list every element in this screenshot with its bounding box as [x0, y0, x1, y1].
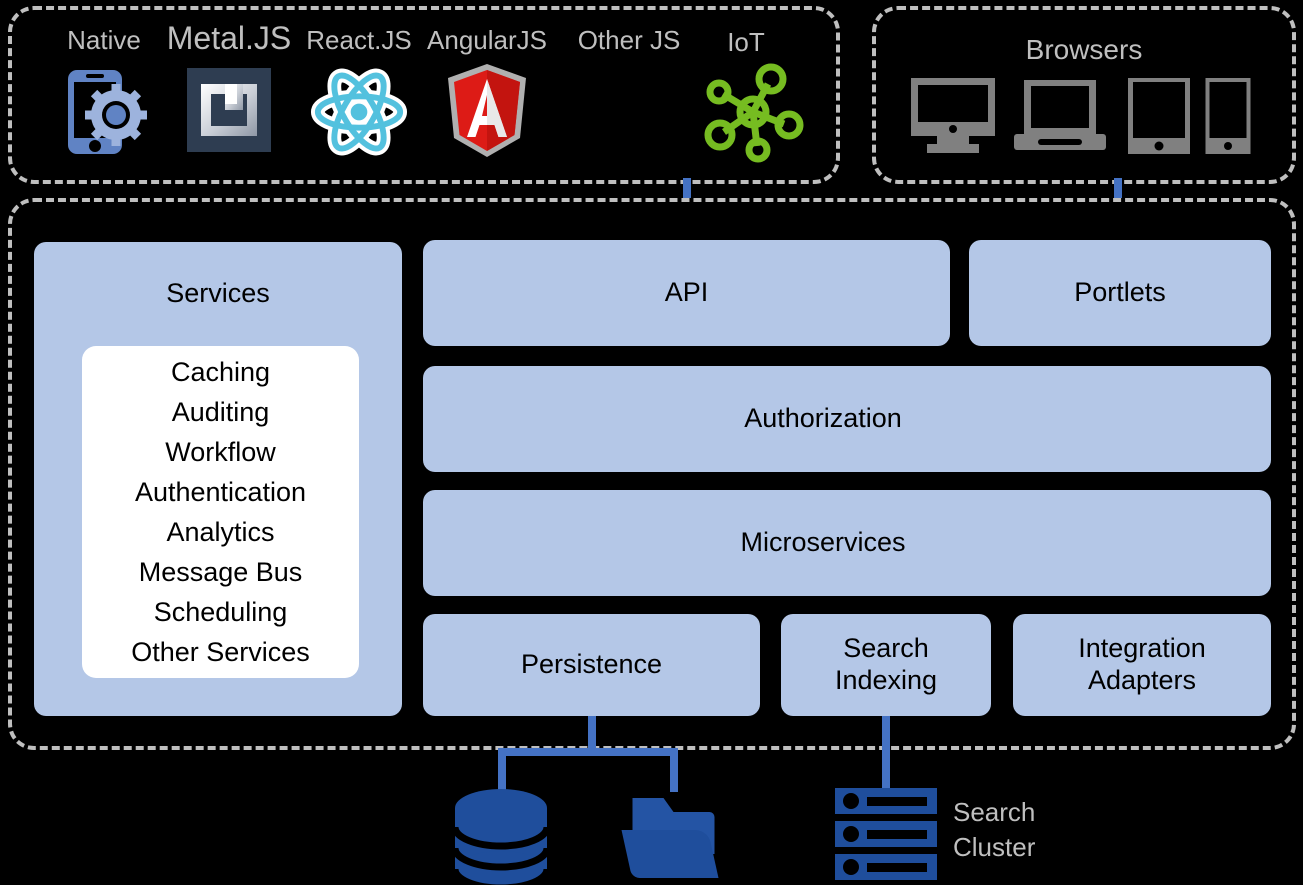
persistence-label: Persistence [520, 649, 663, 680]
list-item: Other Services [131, 637, 310, 667]
integration-adapters-label: Integration Adapters [1078, 633, 1206, 695]
desktop-monitor-icon [911, 78, 995, 154]
tech-label-other-js: Other JS [577, 25, 681, 55]
connector-persistence-bus [498, 748, 678, 756]
list-item: Caching [170, 357, 271, 387]
folder-icon [618, 790, 723, 883]
tablet-icon [1128, 78, 1190, 154]
mobile-gear-icon [60, 68, 148, 156]
list-item: Analytics [166, 517, 275, 547]
architecture-diagram: Native Metal.JS React.JS AngularJS Other… [0, 0, 1303, 885]
metaljs-logo-icon [187, 68, 271, 152]
services-title: Services [166, 278, 270, 308]
portlets-label: Portlets [1074, 277, 1166, 308]
connector-to-file-store [670, 748, 678, 792]
authorization-label: Authorization [744, 403, 902, 434]
tech-label-native: Native [67, 25, 141, 55]
smartphone-icon [1205, 78, 1251, 154]
tech-label-iot: IoT [727, 27, 765, 57]
microservices-box[interactable]: Microservices [423, 490, 1271, 596]
microservices-label: Microservices [740, 527, 906, 558]
server-rack-icon [835, 788, 937, 881]
integration-adapters-box[interactable]: Integration Adapters [1013, 614, 1271, 716]
services-list: Caching Auditing Workflow Authentication… [82, 346, 359, 678]
list-item: Message Bus [138, 557, 303, 587]
list-item: Workflow [165, 437, 276, 467]
api-label: API [664, 277, 709, 308]
laptop-icon [1014, 80, 1106, 152]
services-panel[interactable]: Services Caching Auditing Workflow Authe… [34, 242, 402, 716]
list-item: Auditing [171, 397, 270, 427]
tech-label-reactjs: React.JS [306, 25, 412, 55]
search-indexing-label: Search Indexing [834, 633, 938, 695]
tech-label-metaljs: Metal.JS [166, 20, 292, 56]
search-indexing-box[interactable]: Search Indexing [781, 614, 991, 716]
connector-search-to-cluster [882, 716, 890, 788]
list-item: Authentication [134, 477, 307, 507]
reactjs-logo-icon [310, 63, 408, 161]
authorization-box[interactable]: Authorization [423, 366, 1271, 472]
api-box[interactable]: API [423, 240, 950, 346]
list-item: Scheduling [153, 597, 288, 627]
persistence-box[interactable]: Persistence [423, 614, 760, 716]
search-cluster-label: Search Cluster [953, 797, 1036, 862]
angularjs-logo-icon [444, 62, 530, 160]
portlets-box[interactable]: Portlets [969, 240, 1271, 346]
browsers-title: Browsers [1025, 34, 1143, 65]
tech-label-angularjs: AngularJS [427, 25, 547, 55]
database-cylinder-icon [451, 788, 551, 885]
iot-network-icon [704, 62, 804, 163]
connector-to-database [498, 748, 506, 792]
